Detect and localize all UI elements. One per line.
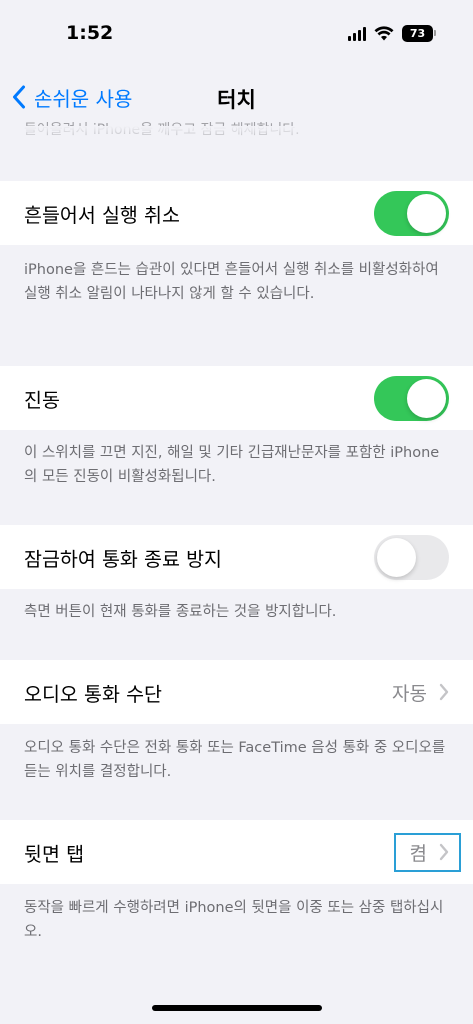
vibration-row[interactable]: 진동: [0, 366, 473, 430]
wifi-icon: [374, 26, 394, 41]
call-audio-routing-row[interactable]: 오디오 통화 수단 자동: [0, 660, 473, 724]
call-audio-routing-label: 오디오 통화 수단: [24, 682, 162, 706]
chevron-right-icon: [439, 683, 449, 701]
vibration-toggle[interactable]: [374, 375, 449, 421]
call-audio-routing-value: 자동: [392, 682, 427, 705]
battery-icon: 73: [402, 25, 436, 42]
status-bar: 1:52 73: [0, 0, 473, 70]
back-tap-value-highlight[interactable]: 켬: [393, 832, 461, 872]
back-tap-footer: 동작을 빠르게 수행하려면 iPhone의 뒷면을 이중 또는 삼중 탭하십시오…: [24, 900, 444, 940]
toggle-knob: [377, 537, 416, 577]
navigation-bar: 손쉬운 사용 터치: [0, 70, 473, 126]
prevent-lock-end-call-row[interactable]: 잠금하여 통화 종료 방지: [0, 525, 473, 589]
page-title: 터치: [217, 88, 256, 112]
prevent-lock-end-call-toggle[interactable]: [374, 534, 449, 580]
toggle-knob: [407, 193, 446, 233]
back-tap-value: 켬: [409, 842, 427, 865]
status-time: 1:52: [66, 22, 114, 44]
scroll-fade: [0, 126, 473, 144]
cellular-signal-icon: [348, 26, 366, 41]
toggle-knob: [407, 378, 446, 418]
shake-to-undo-toggle[interactable]: [374, 190, 449, 236]
back-tap-row[interactable]: 뒷면 탭 켬: [0, 820, 473, 884]
status-icons: 73: [348, 25, 436, 42]
vibration-footer: 이 스위치를 끄면 지진, 해일 및 기타 긴급재난문자를 포함한 iPhone…: [24, 445, 440, 485]
prevent-lock-end-call-footer: 측면 버튼이 현재 통화를 종료하는 것을 방지합니다.: [24, 604, 337, 620]
call-audio-routing-footer: 오디오 통화 수단은 전화 통화 또는 FaceTime 음성 통화 중 오디오…: [24, 740, 446, 780]
call-audio-routing-value-group: 자동: [392, 679, 449, 706]
shake-to-undo-footer: iPhone을 흔드는 습관이 있다면 흔들어서 실행 취소를 비활성화하여 실…: [24, 262, 439, 302]
chevron-right-icon: [439, 843, 449, 861]
back-tap-label: 뒷면 탭: [24, 842, 85, 866]
shake-to-undo-row[interactable]: 흔들어서 실행 취소: [0, 181, 473, 245]
home-indicator[interactable]: [152, 1005, 322, 1011]
